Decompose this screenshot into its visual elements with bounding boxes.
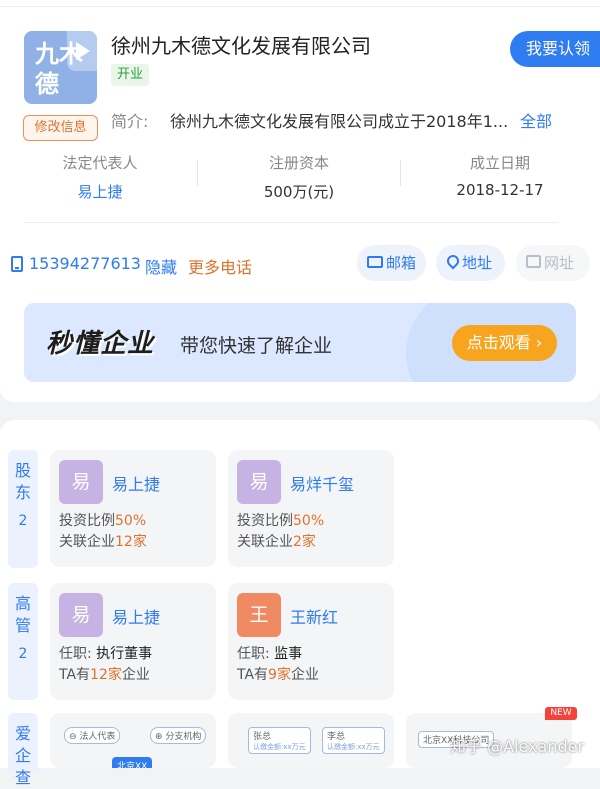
executives-count: 2 (18, 646, 28, 662)
avatar: 易 (237, 460, 281, 504)
info-founded: 成立日期 2018-12-17 (400, 152, 600, 199)
divider (24, 222, 558, 223)
avatar: 易 (59, 593, 103, 637)
info-capital: 注册资本 500万(元) (199, 152, 399, 202)
edit-info-button[interactable]: 修改信息 (23, 115, 98, 141)
related-companies: 关联企业12家 (59, 534, 147, 550)
invest-ratio: 投资比例50% (237, 513, 325, 529)
shareholder-card[interactable]: 易 易烊千玺 投资比例50% 关联企业2家 (228, 450, 394, 567)
promo-banner[interactable]: 秒懂企业 带您快速了解企业 点击观看 › (24, 303, 576, 382)
position: 任职: 监事 (237, 646, 303, 662)
company-name: 徐州九木德文化发展有限公司 (111, 34, 371, 58)
info-value: 2018-12-17 (456, 181, 544, 199)
mail-icon (367, 255, 383, 268)
watch-button[interactable]: 点击观看 › (452, 325, 557, 361)
shareholder-card[interactable]: 易 易上捷 投资比例50% 关联企业12家 (50, 450, 216, 567)
new-badge: NEW (545, 707, 577, 720)
intro-label: 简介: (111, 112, 149, 131)
person-name[interactable]: 王新红 (290, 604, 338, 628)
intro-expand-link[interactable]: 全部 (520, 108, 552, 132)
hide-phone-button[interactable]: 隐藏 (145, 254, 177, 278)
phone-number[interactable]: 15394277613 (29, 254, 141, 273)
person-node: 张总 认缴金额:xx万元 (248, 727, 311, 754)
person-name[interactable]: 易上捷 (112, 604, 160, 628)
company-header-card: 九木德 修改信息 徐州九木德文化发展有限公司 开业 我要认领 简介: 徐州九木德… (0, 0, 600, 402)
avatar: 王 (237, 593, 281, 637)
divider (197, 160, 198, 186)
claim-button[interactable]: 我要认领 (510, 31, 600, 67)
person-name[interactable]: 易上捷 (112, 471, 160, 495)
shareholders-tab[interactable]: 股东 2 (8, 450, 38, 568)
shareholders-label: 股东 (14, 461, 31, 502)
watermark: 知乎 @Alexander (450, 737, 585, 756)
shareholders-count: 2 (18, 513, 28, 529)
person-name[interactable]: 易烊千玺 (290, 471, 354, 495)
legal-rep-node: ⊖ 法人代表 (64, 727, 121, 744)
divider (0, 6, 600, 7)
web-icon (526, 255, 541, 268)
avatar: 易 (59, 460, 103, 504)
structure-thumbnail[interactable]: ⊖ 法人代表 ⊕ 分支机构 北京XX (50, 713, 216, 768)
company-logo[interactable]: 九木德 (24, 31, 97, 104)
email-button[interactable]: 邮箱 (357, 245, 426, 281)
website-button[interactable]: 网址 (516, 245, 590, 281)
position: 任职: 执行董事 (59, 646, 153, 662)
executives-tab[interactable]: 高管 2 (8, 583, 38, 700)
info-legal-rep: 法定代表人 易上捷 (0, 152, 200, 202)
info-key: 成立日期 (469, 154, 530, 172)
info-key: 法定代表人 (62, 154, 138, 172)
info-key: 注册资本 (268, 154, 329, 172)
company-count: TA有9家企业 (237, 667, 319, 683)
location-pin-icon (444, 252, 462, 269)
address-button[interactable]: 地址 (436, 245, 505, 281)
aiqicha-label: 爱企查 (14, 724, 31, 787)
related-companies: 关联企业2家 (237, 534, 316, 550)
phone-icon (11, 256, 23, 272)
more-phones-button[interactable]: 更多电话 (188, 254, 252, 278)
equity-thumbnail[interactable]: 张总 认缴金额:xx万元 李总 认缴金额:xx万元 (228, 713, 394, 768)
email-label: 邮箱 (386, 254, 417, 272)
person-node: 李总 认缴金额:xx万元 (322, 727, 385, 754)
company-count: TA有12家企业 (59, 667, 150, 683)
aiqicha-tab[interactable]: 爱企查 (8, 713, 38, 787)
address-label: 地址 (462, 254, 493, 272)
play-icon (67, 31, 97, 71)
executive-card[interactable]: 易 易上捷 任职: 执行董事 TA有12家企业 (50, 583, 216, 700)
center-node: 北京XX (112, 757, 153, 768)
banner-slogan: 带您快速了解企业 (180, 335, 333, 357)
invest-ratio: 投资比例50% (59, 513, 147, 529)
website-label: 网址 (544, 254, 575, 272)
status-badge: 开业 (111, 64, 150, 86)
executives-label: 高管 (14, 594, 31, 635)
info-value: 500万(元) (263, 183, 335, 201)
intro-text: 徐州九木德文化发展有限公司成立于2018年1... (170, 112, 509, 131)
banner-brand: 秒懂企业 (46, 329, 155, 359)
executive-card[interactable]: 王 王新红 任职: 监事 TA有9家企业 (228, 583, 394, 700)
branch-node: ⊕ 分支机构 (150, 727, 207, 744)
legal-rep-link[interactable]: 易上捷 (0, 181, 200, 202)
